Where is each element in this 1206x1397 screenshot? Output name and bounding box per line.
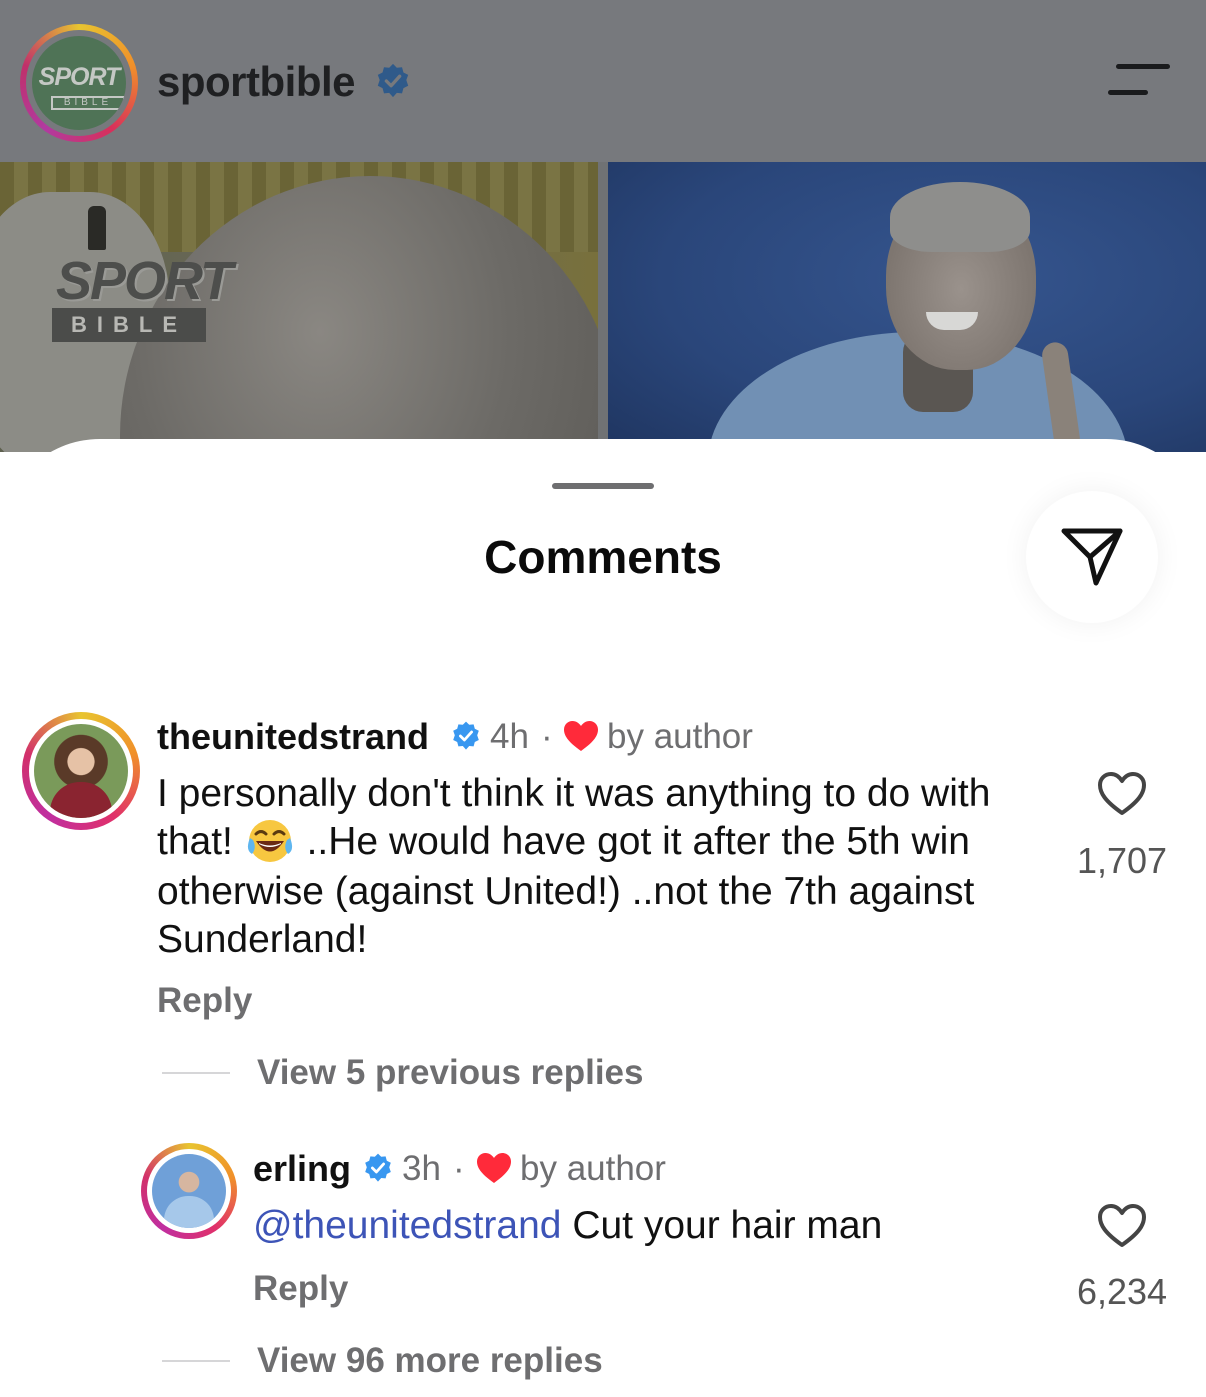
post-image-left: SPORT BIBLE <box>0 162 598 452</box>
share-icon <box>1061 528 1123 586</box>
watermark-sport: SPORT <box>56 251 233 311</box>
account-name[interactable]: sportbible <box>157 58 356 106</box>
view-more-replies[interactable]: View 96 more replies <box>257 1341 603 1381</box>
reply-time: 3h <box>402 1149 441 1188</box>
menu-icon[interactable] <box>1108 64 1170 98</box>
liked-by-author: by author <box>607 717 753 756</box>
liked-by-author: by author <box>520 1149 666 1188</box>
verified-badge-icon <box>365 1153 391 1182</box>
replies-divider <box>162 1072 230 1074</box>
reply-button[interactable]: Reply <box>253 1269 348 1309</box>
reply-username[interactable]: erling <box>253 1148 351 1190</box>
verified-badge-icon <box>377 63 409 98</box>
verified-badge-icon <box>453 721 479 750</box>
meta-dot: · <box>541 717 553 756</box>
view-previous-replies[interactable]: View 5 previous replies <box>257 1053 644 1093</box>
comment-username[interactable]: theunitedstrand <box>157 716 429 758</box>
reply-button[interactable]: Reply <box>157 981 252 1021</box>
heart-icon <box>477 1153 511 1183</box>
meta-dot: · <box>453 1149 465 1188</box>
sportbible-logo[interactable]: SPORT BIBLE <box>32 36 126 130</box>
comment-text: I personally don't think it was anything… <box>157 772 991 961</box>
reply-avatar[interactable] <box>152 1154 226 1228</box>
post-image-right <box>608 162 1206 452</box>
heart-outline-icon[interactable] <box>1097 1203 1147 1249</box>
like-count: 1,707 <box>1076 840 1168 881</box>
watermark-bible: BIBLE <box>52 308 206 342</box>
mention-link[interactable]: @theunitedstrand <box>253 1204 561 1247</box>
reply-text: @theunitedstrand Cut your hair man <box>253 1204 883 1247</box>
heart-icon <box>564 721 598 751</box>
like-count: 6,234 <box>1076 1271 1168 1312</box>
heart-outline-icon[interactable] <box>1097 771 1147 817</box>
comment-time: 4h <box>490 717 529 756</box>
laughing-emoji-icon <box>247 819 292 862</box>
replies-divider <box>162 1360 230 1362</box>
commenter-avatar[interactable] <box>34 724 128 818</box>
share-button[interactable] <box>1026 491 1158 623</box>
sheet-grabber[interactable] <box>552 483 654 489</box>
